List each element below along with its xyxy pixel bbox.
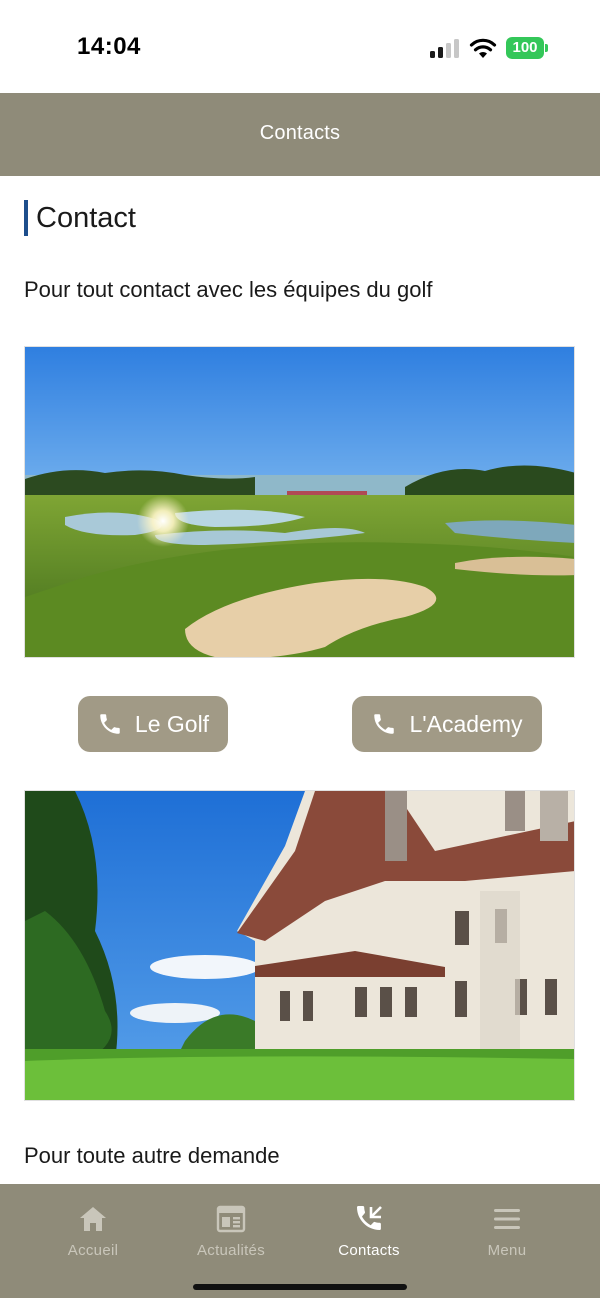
clubhouse-photo [24, 790, 575, 1101]
status-bar: 14:04 100 [0, 0, 600, 93]
tab-contacts-label: Contacts [338, 1242, 400, 1259]
news-icon [216, 1205, 246, 1233]
call-golf-button[interactable]: Le Golf [78, 696, 228, 752]
bottom-tab-bar: Accueil Actualités Contacts Menu [0, 1184, 600, 1298]
status-time: 14:04 [77, 33, 141, 60]
call-academy-button[interactable]: L'Academy [352, 696, 542, 752]
section-title: Contact [36, 201, 136, 234]
app-header: Contacts [0, 93, 600, 176]
signal-icon [430, 38, 460, 58]
section-accent-bar [24, 200, 28, 236]
battery-level: 100 [506, 37, 544, 59]
wifi-icon [469, 38, 497, 58]
call-golf-label: Le Golf [134, 710, 210, 737]
intro-text: Pour tout contact avec les équipes du go… [24, 277, 433, 302]
page-title: Contacts [259, 122, 341, 144]
phone-contacts-icon [357, 1206, 382, 1230]
home-indicator[interactable] [193, 1284, 407, 1290]
hamburger-menu-icon [494, 1209, 520, 1229]
phone-icon [100, 714, 120, 734]
battery-icon: 100 [506, 37, 548, 59]
section-heading: Contact [24, 200, 136, 236]
call-academy-label: L'Academy [409, 710, 523, 737]
tab-menu[interactable]: Menu [437, 1204, 577, 1259]
tab-actualites[interactable]: Actualités [161, 1204, 301, 1259]
tab-actualites-label: Actualités [196, 1242, 266, 1259]
other-request-text: Pour toute autre demande [24, 1143, 280, 1168]
tab-contacts[interactable]: Contacts [299, 1204, 439, 1259]
home-icon [80, 1207, 106, 1231]
tab-menu-label: Menu [487, 1242, 527, 1259]
tab-accueil-label: Accueil [67, 1242, 119, 1259]
golf-course-photo [24, 346, 575, 658]
tab-accueil[interactable]: Accueil [23, 1204, 163, 1259]
phone-icon [374, 714, 395, 734]
